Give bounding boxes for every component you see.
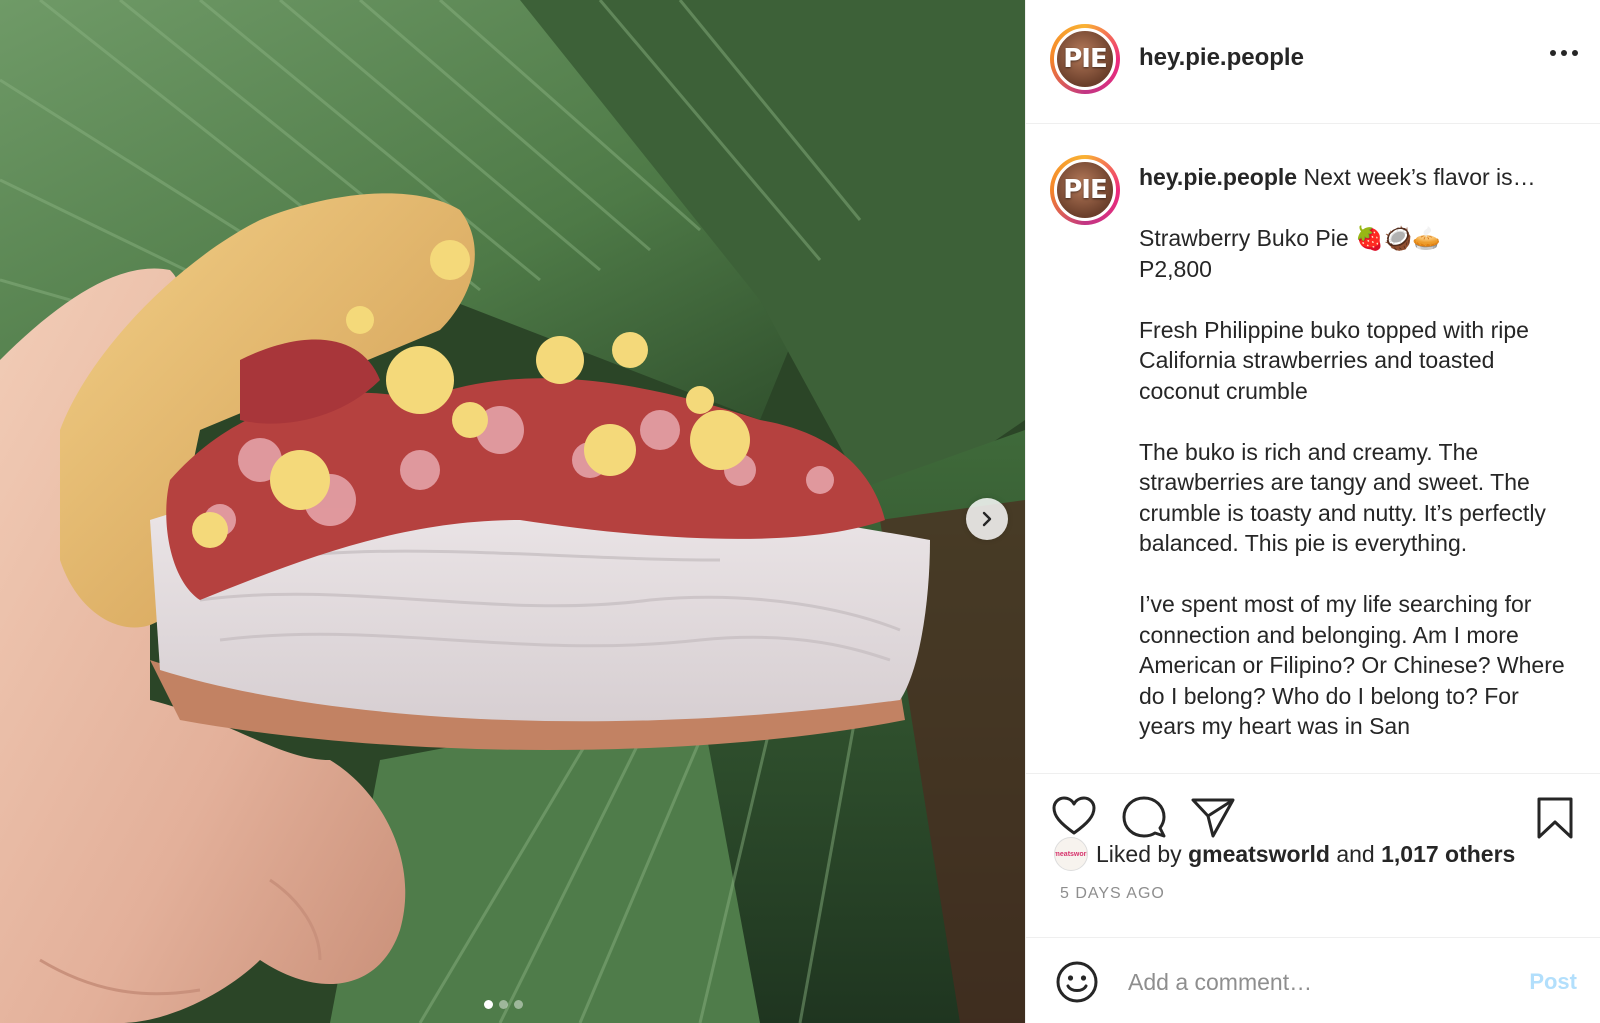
- post-timestamp[interactable]: 5 DAYS AGO: [1060, 885, 1165, 903]
- carousel-dot: [514, 1000, 523, 1009]
- comment-icon[interactable]: [1122, 796, 1166, 838]
- pie-photo: [0, 0, 1025, 1023]
- more-icon[interactable]: [1550, 50, 1578, 56]
- post-header: PIE hey.pie.people: [1026, 0, 1600, 124]
- caption-username[interactable]: hey.pie.people: [1139, 164, 1297, 190]
- liker-username[interactable]: gmeatsworld: [1188, 841, 1330, 868]
- actions-section: gmeatsworld Liked by gmeatsworld and 1,0…: [1026, 773, 1600, 938]
- likes-summary: gmeatsworld Liked by gmeatsworld and 1,0…: [1054, 837, 1515, 871]
- post-image[interactable]: [0, 0, 1025, 1023]
- caption-line: The buko is rich and creamy. The strawbe…: [1139, 438, 1546, 557]
- comment-input[interactable]: [1128, 964, 1498, 1000]
- carousel-dot: [484, 1000, 493, 1009]
- heart-icon[interactable]: [1052, 796, 1096, 836]
- next-slide-button[interactable]: [966, 498, 1008, 540]
- author-username[interactable]: hey.pie.people: [1139, 44, 1304, 72]
- avatar-logo-text: PIE: [1063, 44, 1107, 74]
- comment-box: Post: [1026, 938, 1600, 1023]
- liker-avatar[interactable]: gmeatsworld: [1054, 837, 1088, 871]
- chevron-right-icon: [982, 511, 992, 527]
- caption-line: hey.pie.people Next week’s flavor is…: [1139, 164, 1536, 190]
- caption-line: Strawberry Buko Pie 🍓🥥🥧: [1139, 225, 1441, 251]
- likes-prefix: Liked by: [1096, 840, 1182, 867]
- caption-line: I’ve spent most of my life searching for…: [1139, 591, 1565, 739]
- caption-line: P2,800: [1139, 255, 1212, 282]
- carousel-indicator: [484, 1000, 523, 1009]
- share-icon[interactable]: [1191, 796, 1235, 838]
- likes-conjunction: and: [1336, 840, 1375, 867]
- carousel-dot: [499, 1000, 508, 1009]
- likes-count[interactable]: 1,017 others: [1381, 841, 1515, 868]
- caption-line: Fresh Philippine buko topped with ripe C…: [1139, 316, 1529, 404]
- post-comment-button[interactable]: Post: [1529, 969, 1577, 995]
- caption-section: PIE hey.pie.people Next week’s flavor is…: [1026, 125, 1600, 773]
- post-sidebar: PIE hey.pie.people PIE hey.pie.people Ne…: [1025, 0, 1600, 1023]
- author-avatar[interactable]: PIE: [1050, 24, 1120, 94]
- caption-avatar[interactable]: PIE: [1050, 155, 1120, 225]
- bookmark-icon[interactable]: [1536, 796, 1574, 840]
- emoji-icon[interactable]: [1056, 961, 1098, 1003]
- avatar-logo-text: PIE: [1063, 175, 1107, 205]
- caption-text: hey.pie.people Next week’s flavor is… St…: [1139, 162, 1579, 742]
